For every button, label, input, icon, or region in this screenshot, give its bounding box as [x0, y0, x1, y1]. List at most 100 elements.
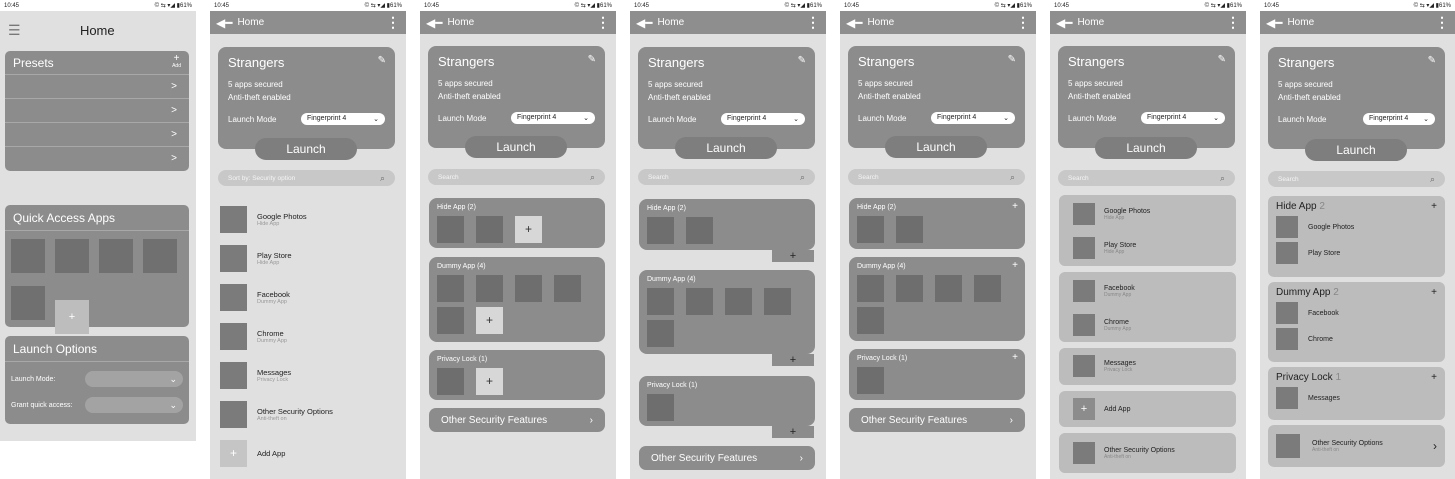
list-item[interactable]: Play Store Hide App	[1059, 231, 1236, 265]
add-app-button[interactable]: +	[1012, 352, 1018, 363]
other-security-options-row[interactable]: Other Security Options Anti-theft on ›	[1268, 425, 1445, 467]
launch-mode-select[interactable]: Fingerprint 4 ⌄	[511, 112, 595, 124]
quick-app-slot[interactable]	[11, 239, 45, 273]
list-item[interactable]: Facebook Dummy App	[1059, 274, 1236, 308]
preset-row[interactable]: >	[5, 147, 189, 171]
back-arrow-icon[interactable]: ◀━	[636, 16, 652, 30]
list-item[interactable]: Chrome Dummy App	[1059, 308, 1236, 342]
back-arrow-icon[interactable]: ◀━	[426, 16, 442, 30]
more-icon[interactable]: ⋮	[1226, 14, 1240, 31]
edit-icon[interactable]: ✎	[1218, 54, 1226, 65]
launch-mode-select[interactable]: Fingerprint 4 ⌄	[301, 113, 385, 125]
launch-button[interactable]: Launch	[1095, 137, 1197, 159]
menu-icon[interactable]: ☰	[8, 22, 21, 39]
app-tile[interactable]	[647, 288, 674, 315]
add-app-button[interactable]: +	[476, 368, 503, 395]
list-item[interactable]: Chrome Dummy App	[220, 322, 287, 350]
more-icon[interactable]: ⋮	[386, 14, 400, 31]
grant-access-dropdown[interactable]: ⌄	[85, 397, 183, 413]
edit-icon[interactable]: ✎	[378, 55, 386, 66]
more-icon[interactable]: ⋮	[806, 14, 820, 31]
list-item[interactable]: Google Photos Hide App	[220, 205, 307, 233]
preset-row[interactable]: >	[5, 75, 189, 99]
app-tile[interactable]	[437, 275, 464, 302]
list-item[interactable]: Other Security Options Anti-theft on	[220, 400, 333, 428]
list-item[interactable]: Facebook Dummy App	[220, 283, 290, 311]
add-app-panel[interactable]: + Add App	[1059, 391, 1236, 427]
app-tile[interactable]	[554, 275, 581, 302]
app-tile[interactable]	[647, 217, 674, 244]
app-tile[interactable]	[686, 217, 713, 244]
app-tile[interactable]	[437, 216, 464, 243]
sort-search-input[interactable]: Sort by: Security option ⌕	[218, 170, 395, 186]
add-app-button[interactable]: +	[1012, 260, 1018, 271]
back-arrow-icon[interactable]: ◀━	[216, 16, 232, 30]
edit-icon[interactable]: ✎	[798, 55, 806, 66]
list-item[interactable]: Play Store	[1276, 242, 1437, 264]
launch-mode-select[interactable]: Fingerprint 4 ⌄	[1141, 112, 1225, 124]
add-app-button[interactable]: +	[1431, 201, 1437, 212]
search-input[interactable]: Search ⌕	[428, 169, 605, 185]
add-app-button[interactable]: +	[1012, 201, 1018, 212]
quick-app-slot[interactable]	[99, 239, 133, 273]
app-tile[interactable]	[896, 216, 923, 243]
add-preset-button[interactable]: + Add	[172, 54, 181, 70]
quick-app-slot[interactable]	[11, 286, 45, 320]
app-tile[interactable]	[437, 307, 464, 334]
other-security-options-panel[interactable]: Other Security Options Anti-theft on	[1059, 433, 1236, 473]
search-input[interactable]: Search ⌕	[638, 169, 815, 185]
launch-button[interactable]: Launch	[675, 137, 777, 159]
launch-button[interactable]: Launch	[885, 136, 987, 158]
search-input[interactable]: Search ⌕	[848, 169, 1025, 185]
search-input[interactable]: Search ⌕	[1268, 171, 1445, 187]
app-tile[interactable]	[476, 216, 503, 243]
app-tile[interactable]	[857, 275, 884, 302]
back-arrow-icon[interactable]: ◀━	[846, 16, 862, 30]
add-app-button[interactable]: +	[515, 216, 542, 243]
app-tile[interactable]	[857, 216, 884, 243]
launch-mode-select[interactable]: Fingerprint 4 ⌄	[1363, 113, 1435, 125]
back-arrow-icon[interactable]: ◀━	[1056, 16, 1072, 30]
list-item[interactable]: Messages Privacy Lock	[1059, 349, 1236, 383]
app-tile[interactable]	[515, 275, 542, 302]
list-item[interactable]: Chrome	[1276, 328, 1437, 350]
list-item[interactable]: Play Store Hide App	[220, 244, 292, 272]
app-tile[interactable]	[725, 288, 752, 315]
app-tile[interactable]	[686, 288, 713, 315]
app-tile[interactable]	[974, 275, 1001, 302]
more-icon[interactable]: ⋮	[1435, 14, 1449, 31]
app-tile[interactable]	[935, 275, 962, 302]
app-tile[interactable]	[437, 368, 464, 395]
launch-mode-dropdown[interactable]: ⌄	[85, 371, 183, 387]
app-tile[interactable]	[857, 307, 884, 334]
list-item[interactable]: Google Photos Hide App	[1059, 197, 1236, 231]
edit-icon[interactable]: ✎	[588, 54, 596, 65]
back-arrow-icon[interactable]: ◀━	[1266, 16, 1282, 30]
launch-button[interactable]: Launch	[255, 138, 357, 160]
list-item[interactable]: Messages	[1276, 387, 1437, 409]
add-app-button[interactable]: + Add App	[220, 439, 285, 467]
add-app-tab[interactable]: +	[772, 354, 814, 366]
other-security-features-button[interactable]: Other Security Features ›	[639, 446, 815, 470]
search-input[interactable]: Search ⌕	[1058, 170, 1235, 186]
quick-app-slot[interactable]	[55, 239, 89, 273]
add-app-button[interactable]: +	[476, 307, 503, 334]
more-icon[interactable]: ⋮	[596, 14, 610, 31]
preset-row[interactable]: >	[5, 123, 189, 147]
other-security-features-button[interactable]: Other Security Features ›	[849, 408, 1025, 432]
other-security-features-button[interactable]: Other Security Features ›	[429, 408, 605, 432]
app-tile[interactable]	[857, 367, 884, 394]
quick-app-slot[interactable]	[143, 239, 177, 273]
preset-row[interactable]: >	[5, 99, 189, 123]
list-item[interactable]: Facebook	[1276, 302, 1437, 324]
app-tile[interactable]	[647, 394, 674, 421]
add-app-tab[interactable]: +	[772, 426, 814, 438]
edit-icon[interactable]: ✎	[1008, 54, 1016, 65]
list-item[interactable]: Messages Privacy Lock	[220, 361, 291, 389]
launch-mode-select[interactable]: Fingerprint 4 ⌄	[931, 112, 1015, 124]
add-app-button[interactable]: +	[1431, 287, 1437, 298]
add-app-button[interactable]: +	[1431, 372, 1437, 383]
app-tile[interactable]	[764, 288, 791, 315]
app-tile[interactable]	[896, 275, 923, 302]
app-tile[interactable]	[647, 320, 674, 347]
